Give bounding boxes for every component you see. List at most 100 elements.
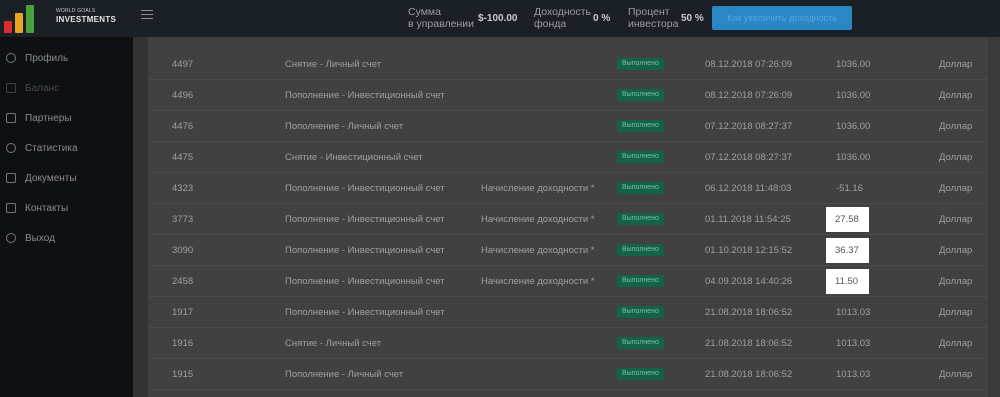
top-header: WORLD GOALS INVESTMENTS Сумма в управлен…: [0, 0, 1000, 37]
partners-icon: [6, 113, 16, 123]
transaction-amount: 11.50: [826, 269, 869, 294]
sidebar-item-logout[interactable]: Выход: [0, 229, 133, 249]
stat-managed-value: $-100.00: [478, 13, 518, 24]
transaction-currency: Доллар: [939, 338, 973, 349]
operation-type: Пополнение - Личный счет: [285, 121, 404, 132]
transaction-amount: 1036.00: [836, 90, 871, 101]
transaction-currency: Доллар: [939, 307, 973, 318]
menu-toggle-icon[interactable]: [141, 10, 153, 20]
operation-type: Снятие - Личный счет: [285, 338, 382, 349]
status-badge: Выполнено: [617, 182, 664, 194]
logo-bar-green: [26, 5, 34, 33]
sidebar-item-documents[interactable]: Документы: [0, 169, 133, 189]
status-badge: Выполнено: [617, 244, 664, 256]
table-row[interactable]: 1915 Пополнение - Личный счет Выполнено 21.…: [148, 359, 988, 390]
operation-note: Начисление доходности *: [481, 214, 595, 225]
transaction-currency: Доллар: [939, 121, 973, 132]
status-badge: Выполнено: [617, 89, 664, 101]
sidebar-item-statistics[interactable]: Статистика: [0, 139, 133, 159]
transaction-id: 4475: [172, 152, 194, 163]
table-row[interactable]: 1917 Пополнение - Инвестиционный счет Выпо…: [148, 297, 988, 328]
status-badge: Выполнено: [617, 120, 664, 132]
transaction-amount: 36.37: [826, 238, 869, 263]
increase-yield-button[interactable]: Как увеличить доходность: [712, 6, 852, 30]
transaction-id: 1916: [172, 338, 194, 349]
transaction-amount: 1013.03: [836, 338, 871, 349]
operation-type: Пополнение - Инвестиционный счет: [285, 183, 445, 194]
transaction-currency: Доллар: [939, 245, 973, 256]
transaction-date: 08.12.2018 07:26:09: [705, 59, 793, 70]
transaction-date: 21.08.2018 18:06:52: [705, 369, 793, 380]
transaction-currency: Доллар: [939, 369, 973, 380]
sidebar-item-label: Выход: [25, 233, 55, 244]
wallet-icon: [6, 83, 16, 93]
stat-investor-label-1: Процент: [628, 6, 670, 18]
status-badge: Выполнено: [617, 151, 664, 163]
stat-yield-label-1: Доходность: [534, 6, 591, 18]
transaction-id: 3090: [172, 245, 194, 256]
sidebar: Профиль Баланс Партнеры Статистика Докум…: [0, 37, 133, 397]
transaction-date: 07.12.2018 08:27:37: [705, 121, 793, 132]
sidebar-item-partners[interactable]: Партнеры: [0, 109, 133, 129]
operation-note: Начисление доходности *: [481, 276, 595, 287]
operation-type: Пополнение - Личный счет: [285, 369, 404, 380]
stat-investor-label-2: инвестора: [628, 18, 679, 30]
brand-line2: INVESTMENTS: [56, 15, 117, 24]
documents-icon: [6, 173, 16, 183]
sidebar-item-label: Документы: [25, 173, 77, 184]
stat-yield-label: Доходность фонда: [534, 6, 591, 30]
transaction-amount: 1013.03: [836, 369, 871, 380]
profile-icon: [6, 53, 16, 63]
logout-icon: [6, 233, 16, 243]
transaction-amount: 1036.00: [836, 59, 871, 70]
table-row[interactable]: 4323 Пополнение - Инвестиционный счет Начи…: [148, 173, 988, 204]
transaction-date: 21.08.2018 18:06:52: [705, 338, 793, 349]
operation-note: Начисление доходности *: [481, 183, 595, 194]
operation-type: Пополнение - Инвестиционный счет: [285, 214, 445, 225]
sidebar-item-profile[interactable]: Профиль: [0, 49, 133, 69]
table-row[interactable]: 2458 Пополнение - Инвестиционный счет Начи…: [148, 266, 988, 297]
operation-type: Пополнение - Инвестиционный счет: [285, 307, 445, 318]
sidebar-item-contacts[interactable]: Контакты: [0, 199, 133, 219]
transaction-currency: Доллар: [939, 152, 973, 163]
table-row[interactable]: 3773 Пополнение - Инвестиционный счет Начи…: [148, 204, 988, 235]
stat-managed-label-2: в управлении: [408, 18, 474, 30]
transaction-id: 4497: [172, 59, 194, 70]
scrollbar-track[interactable]: [988, 37, 1000, 397]
status-badge: Выполнено: [617, 368, 664, 380]
status-badge: Выполнено: [617, 337, 664, 349]
transaction-id: 4323: [172, 183, 194, 194]
status-badge: Выполнено: [617, 58, 664, 70]
transaction-date: 01.10.2018 12:15:52: [705, 245, 793, 256]
sidebar-item-label: Профиль: [25, 53, 69, 64]
transaction-id: 4496: [172, 90, 194, 101]
sidebar-item-balance: Баланс: [0, 79, 133, 99]
transaction-id: 1915: [172, 369, 194, 380]
operation-type: Снятие - Инвестиционный счет: [285, 152, 423, 163]
table-row[interactable]: 4497 Снятие - Личный счет Выполнено 08.12.2…: [148, 49, 988, 80]
operation-note: Начисление доходности *: [481, 245, 595, 256]
transaction-currency: Доллар: [939, 90, 973, 101]
stat-investor-value: 50 %: [681, 13, 704, 24]
table-row[interactable]: 4476 Пополнение - Личный счет Выполнено 07.…: [148, 111, 988, 142]
transaction-amount: 1013.03: [836, 307, 871, 318]
operation-type: Снятие - Личный счет: [285, 59, 382, 70]
logo-bar-red: [4, 21, 12, 33]
transaction-date: 01.11.2018 11:54:25: [705, 214, 791, 225]
transaction-id: 3773: [172, 214, 194, 225]
table-row[interactable]: 3090 Пополнение - Инвестиционный счет Начи…: [148, 235, 988, 266]
status-badge: Выполнено: [617, 275, 664, 287]
sidebar-item-label: Статистика: [25, 143, 78, 154]
content-gutter: [133, 37, 148, 397]
transaction-amount: 27.58: [826, 207, 869, 232]
transaction-date: 08.12.2018 07:26:09: [705, 90, 793, 101]
transaction-id: 2458: [172, 276, 194, 287]
brand-logo[interactable]: WORLD GOALS INVESTMENTS: [4, 3, 130, 33]
transaction-id: 1917: [172, 307, 194, 318]
table-row[interactable]: 1916 Снятие - Личный счет Выполнено 21.08.2…: [148, 328, 988, 359]
transaction-date: 06.12.2018 11:48:03: [705, 183, 792, 194]
operation-type: Пополнение - Инвестиционный счет: [285, 276, 445, 287]
table-row[interactable]: 4496 Пополнение - Инвестиционный счет Выпо…: [148, 80, 988, 111]
transaction-currency: Доллар: [939, 214, 973, 225]
table-row[interactable]: 4475 Снятие - Инвестиционный счет Выполнен…: [148, 142, 988, 173]
